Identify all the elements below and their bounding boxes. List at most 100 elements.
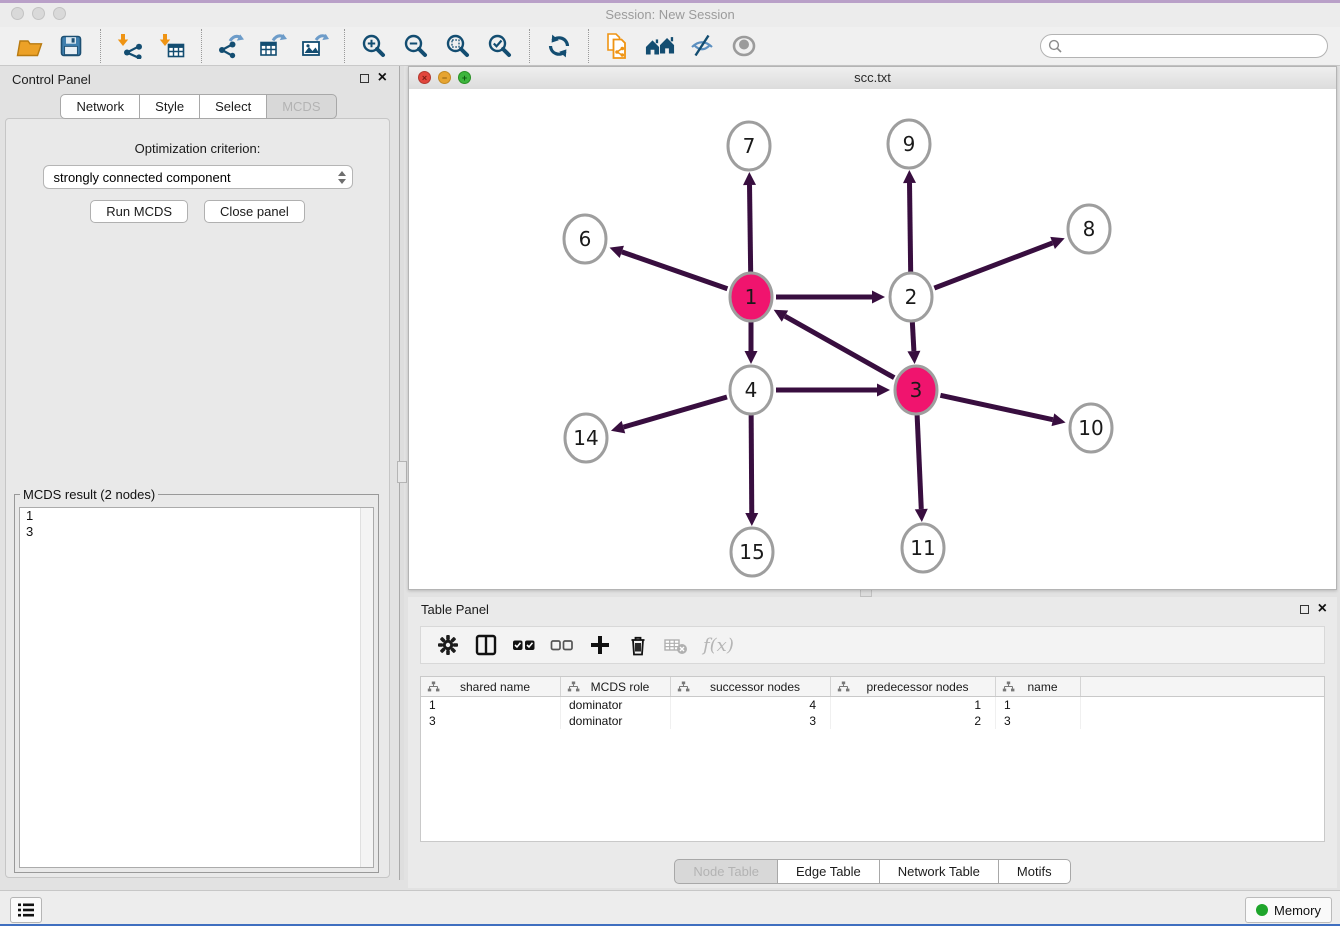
svg-text:11: 11 (910, 536, 935, 560)
edge-4-15[interactable] (745, 415, 758, 526)
node-10[interactable]: 10 (1070, 404, 1112, 452)
select-stepper-icon (338, 171, 346, 184)
zoom-fit-button[interactable] (443, 31, 473, 61)
node-4[interactable]: 4 (730, 366, 772, 414)
node-2[interactable]: 2 (890, 273, 932, 321)
table-row[interactable]: 1dominator411 (421, 697, 1324, 713)
edge-2-9[interactable] (903, 170, 916, 272)
tab-node-table[interactable]: Node Table (674, 859, 778, 884)
edge-4-14[interactable] (611, 397, 727, 433)
edge-2-3[interactable] (907, 322, 920, 364)
svg-text:4: 4 (745, 378, 758, 402)
tab-network-table[interactable]: Network Table (879, 859, 999, 884)
show-graphics-details-button[interactable] (729, 31, 759, 61)
add-column-button[interactable] (587, 632, 613, 658)
search-input[interactable] (1067, 38, 1327, 54)
edge-1-7[interactable] (743, 172, 756, 272)
edge-4-3[interactable] (776, 384, 890, 397)
edge-1-4[interactable] (745, 322, 758, 364)
node-11[interactable]: 11 (902, 524, 944, 572)
tab-style[interactable]: Style (139, 94, 200, 119)
edge-3-10[interactable] (940, 395, 1065, 426)
column-header-predecessor-nodes[interactable]: predecessor nodes (831, 677, 996, 696)
unchecked-boxes-icon (550, 634, 574, 656)
refresh-button[interactable] (544, 31, 574, 61)
delete-column-button[interactable] (625, 632, 651, 658)
import-table-button[interactable] (157, 31, 187, 61)
node-15[interactable]: 15 (731, 528, 773, 576)
node-3[interactable]: 3 (895, 366, 937, 414)
column-header-successor-nodes[interactable]: successor nodes (671, 677, 831, 696)
node-8[interactable]: 8 (1068, 205, 1110, 253)
table-row[interactable]: 3dominator323 (421, 713, 1324, 729)
mcds-result-item: 1 (20, 508, 373, 524)
edge-3-11[interactable] (915, 415, 928, 522)
export-image-button[interactable] (300, 31, 330, 61)
search-field[interactable] (1040, 34, 1328, 58)
edge-1-2[interactable] (776, 291, 885, 304)
import-network-button[interactable] (115, 31, 145, 61)
memory-button[interactable]: Memory (1245, 897, 1332, 923)
delete-table-button[interactable] (663, 632, 689, 658)
export-table-button[interactable] (258, 31, 288, 61)
go-home-button[interactable] (645, 31, 675, 61)
edge-1-6[interactable] (610, 246, 728, 289)
node-14[interactable]: 14 (565, 414, 607, 462)
task-history-button[interactable] (10, 897, 42, 923)
node-6[interactable]: 6 (564, 215, 606, 263)
run-mcds-button[interactable]: Run MCDS (90, 200, 188, 223)
close-panel-icon[interactable]: × (378, 71, 387, 85)
column-header-label: shared name (440, 680, 550, 694)
tab-mcds[interactable]: MCDS (266, 94, 336, 119)
table-settings-button[interactable] (435, 632, 461, 658)
node-1[interactable]: 1 (730, 273, 772, 321)
export-table-icon (259, 33, 287, 59)
vertical-splitter[interactable] (399, 66, 404, 880)
column-header-label: MCDS role (580, 680, 660, 694)
column-header-label: name (1015, 680, 1070, 694)
split-view-button[interactable] (473, 632, 499, 658)
close-panel-icon[interactable]: × (1318, 602, 1327, 616)
tab-motifs[interactable]: Motifs (998, 859, 1071, 884)
table-panel-header: Table Panel × (408, 597, 1337, 623)
apply-function-button[interactable]: f(x) (703, 635, 734, 656)
save-session-button[interactable] (56, 31, 86, 61)
zoom-selected-icon (487, 33, 513, 59)
column-header-shared-name[interactable]: shared name (421, 677, 561, 696)
edge-3-1[interactable] (774, 310, 895, 378)
node-7[interactable]: 7 (728, 122, 770, 170)
main-toolbar (0, 27, 1340, 66)
export-network-button[interactable] (216, 31, 246, 61)
deselect-all-button[interactable] (549, 632, 575, 658)
node-9[interactable]: 9 (888, 120, 930, 168)
float-panel-icon[interactable] (360, 74, 369, 83)
optimization-select[interactable]: strongly connected component (43, 165, 353, 189)
zoom-out-icon (403, 33, 429, 59)
select-all-button[interactable] (511, 632, 537, 658)
trash-icon (627, 634, 649, 656)
zoom-out-button[interactable] (401, 31, 431, 61)
import-network-icon (117, 33, 144, 59)
column-header-mcds-role[interactable]: MCDS role (561, 677, 671, 696)
clone-network-button[interactable] (603, 31, 633, 61)
open-file-button[interactable] (14, 31, 44, 61)
zoom-selected-button[interactable] (485, 31, 515, 61)
tab-network[interactable]: Network (60, 94, 140, 119)
column-header-name[interactable]: name (996, 677, 1081, 696)
mcds-result-list[interactable]: 13 (19, 507, 374, 868)
hide-graphics-details-button[interactable] (687, 31, 717, 61)
tab-edge-table[interactable]: Edge Table (777, 859, 880, 884)
close-panel-button[interactable]: Close panel (204, 200, 305, 223)
network-canvas[interactable]: 7 9 6 8 1 2 4 3 14 10 15 11 (409, 89, 1336, 589)
scrollbar-track[interactable] (360, 508, 373, 867)
table-cell: 1 (996, 697, 1081, 713)
zoom-in-button[interactable] (359, 31, 389, 61)
optimization-criterion-label: Optimization criterion: (6, 141, 389, 156)
tab-select[interactable]: Select (199, 94, 267, 119)
titlebar: Session: New Session (0, 0, 1340, 28)
splitter-handle[interactable] (397, 461, 407, 483)
network-window-titlebar[interactable]: × − + scc.txt (409, 67, 1336, 90)
edge-2-8[interactable] (934, 237, 1064, 288)
float-panel-icon[interactable] (1300, 605, 1309, 614)
control-panel: Control Panel × NetworkStyleSelectMCDS O… (0, 66, 397, 880)
